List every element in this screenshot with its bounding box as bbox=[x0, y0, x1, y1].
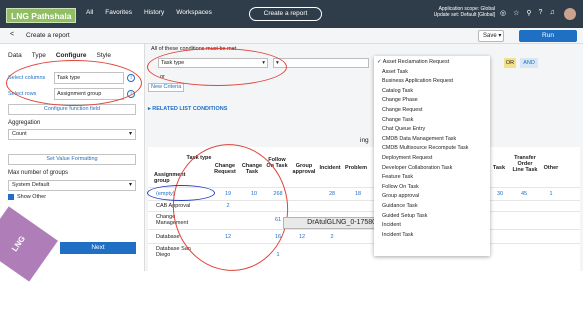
dropdown-item[interactable]: Incident Task bbox=[374, 231, 490, 241]
cell-value[interactable]: 18 bbox=[348, 191, 368, 197]
cell-value[interactable]: 1 bbox=[541, 191, 561, 197]
cell-value[interactable]: 2 bbox=[322, 234, 342, 240]
dropdown-item[interactable]: Business Application Request bbox=[374, 77, 490, 87]
nav-all[interactable]: All bbox=[86, 9, 93, 16]
dropdown-item[interactable]: Change Request bbox=[374, 106, 490, 116]
bell-icon[interactable]: ♫ bbox=[549, 9, 554, 17]
column-header[interactable]: Problem bbox=[344, 165, 368, 171]
aggregation-label: Aggregation bbox=[8, 120, 41, 126]
column-header[interactable]: Incident bbox=[318, 165, 342, 171]
wizard-tabs: Data Type Configure Style bbox=[8, 52, 111, 59]
dropdown-item[interactable]: CMDB Multisource Recompute Task bbox=[374, 144, 490, 154]
save-label: Save bbox=[483, 33, 497, 39]
search-icon[interactable]: ⚲ bbox=[526, 9, 531, 17]
globe-icon[interactable]: ◎ bbox=[500, 9, 506, 17]
dropdown-item[interactable]: Change Task bbox=[374, 116, 490, 126]
group-heading: ing bbox=[360, 137, 369, 144]
related-label: RELATED LIST CONDITIONS bbox=[152, 106, 228, 112]
save-button[interactable]: Save ▾ bbox=[478, 30, 504, 42]
dropdown-item[interactable]: Catalog Task bbox=[374, 87, 490, 97]
run-button[interactable]: Run bbox=[519, 30, 577, 42]
top-nav: All Favorites History Workspaces bbox=[86, 9, 212, 16]
tab-configure[interactable]: Configure bbox=[56, 52, 87, 59]
set-value-formatting-button[interactable]: Set Value Formatting bbox=[8, 154, 136, 165]
create-report-button[interactable]: Create a report bbox=[249, 7, 322, 21]
condition-operator-select[interactable]: ▾ bbox=[273, 58, 369, 68]
annotation-circle bbox=[147, 48, 287, 86]
aggregation-select[interactable]: Count bbox=[8, 129, 136, 140]
show-other-label: Show Other bbox=[17, 194, 47, 200]
annotation-circle bbox=[6, 60, 142, 106]
annotation-circle bbox=[147, 185, 215, 201]
nav-workspaces[interactable]: Workspaces bbox=[176, 9, 212, 16]
column-header[interactable]: Other bbox=[541, 165, 561, 171]
report-toolbar: < Create a report Save ▾ Run bbox=[0, 28, 583, 44]
dropdown-item[interactable]: Guidance Task bbox=[374, 202, 490, 212]
back-icon[interactable]: < bbox=[10, 31, 14, 38]
tab-style[interactable]: Style bbox=[97, 52, 111, 59]
new-criteria-button[interactable]: New Criteria bbox=[148, 83, 185, 92]
tab-type[interactable]: Type bbox=[32, 52, 46, 59]
dropdown-item[interactable]: Asset Task bbox=[374, 68, 490, 78]
or-button[interactable]: OR bbox=[504, 58, 516, 68]
next-button[interactable]: Next bbox=[60, 242, 136, 254]
row-label[interactable]: Database bbox=[156, 234, 180, 240]
watermark: LNG Pathshala bbox=[0, 206, 82, 296]
cell-value[interactable]: 28 bbox=[322, 191, 342, 197]
cell-value[interactable]: 45 bbox=[514, 191, 534, 197]
dropdown-item[interactable]: Incident bbox=[374, 221, 490, 231]
related-list-conditions[interactable]: ▸ RELATED LIST CONDITIONS bbox=[148, 106, 227, 112]
nav-favorites[interactable]: Favorites bbox=[105, 9, 132, 16]
checkbox-checked-icon bbox=[8, 194, 14, 200]
dropdown-item[interactable]: Follow On Task bbox=[374, 183, 490, 193]
logo: LNG Pathshala bbox=[6, 8, 76, 23]
dropdown-item[interactable]: Chat Queue Entry bbox=[374, 125, 490, 135]
page-title: Create a report bbox=[26, 32, 70, 39]
dropdown-item[interactable]: Deployment Request bbox=[374, 154, 490, 164]
dropdown-item[interactable]: CMDB Data Management Task bbox=[374, 135, 490, 145]
task-type-dropdown[interactable]: ✓ Asset Reclamation Request Asset Task B… bbox=[374, 56, 490, 256]
max-groups-select[interactable]: System Default bbox=[8, 180, 136, 191]
avatar[interactable] bbox=[564, 8, 576, 20]
cell-value[interactable]: 30 bbox=[490, 191, 510, 197]
scope-info[interactable]: Application scope: Global Update set: De… bbox=[423, 6, 495, 18]
nav-history[interactable]: History bbox=[144, 9, 164, 16]
column-header[interactable]: Group approval bbox=[292, 163, 316, 175]
dropdown-item[interactable]: Guided Setup Task bbox=[374, 212, 490, 222]
column-header[interactable]: Task bbox=[489, 165, 509, 171]
column-header[interactable]: Transfer Order Line Task bbox=[512, 155, 538, 173]
top-navigation-bar: LNG Pathshala All Favorites History Work… bbox=[0, 0, 583, 28]
tab-data[interactable]: Data bbox=[8, 52, 22, 59]
cell-value[interactable]: 12 bbox=[292, 234, 312, 240]
scope-line-2: Update set: Default [Global] bbox=[433, 12, 495, 18]
and-button[interactable]: AND bbox=[520, 58, 538, 68]
star-icon[interactable]: ☆ bbox=[513, 9, 519, 17]
help-icon[interactable]: ? bbox=[539, 9, 543, 17]
dropdown-item[interactable]: Change Phase bbox=[374, 96, 490, 106]
dropdown-item[interactable]: ✓ Asset Reclamation Request bbox=[374, 58, 490, 68]
main-panel: All of these conditions must be met Task… bbox=[145, 44, 583, 279]
top-icons: ◎ ☆ ⚲ ? ♫ bbox=[500, 9, 555, 17]
max-groups-label: Max number of groups bbox=[8, 170, 69, 176]
dropdown-item[interactable]: Group approval bbox=[374, 192, 490, 202]
show-other-checkbox[interactable]: Show Other bbox=[8, 194, 46, 200]
dropdown-item[interactable]: Developer Collaboration Task bbox=[374, 164, 490, 174]
dropdown-item-label: Asset Reclamation Request bbox=[382, 59, 450, 65]
dropdown-item[interactable]: Feature Task bbox=[374, 173, 490, 183]
